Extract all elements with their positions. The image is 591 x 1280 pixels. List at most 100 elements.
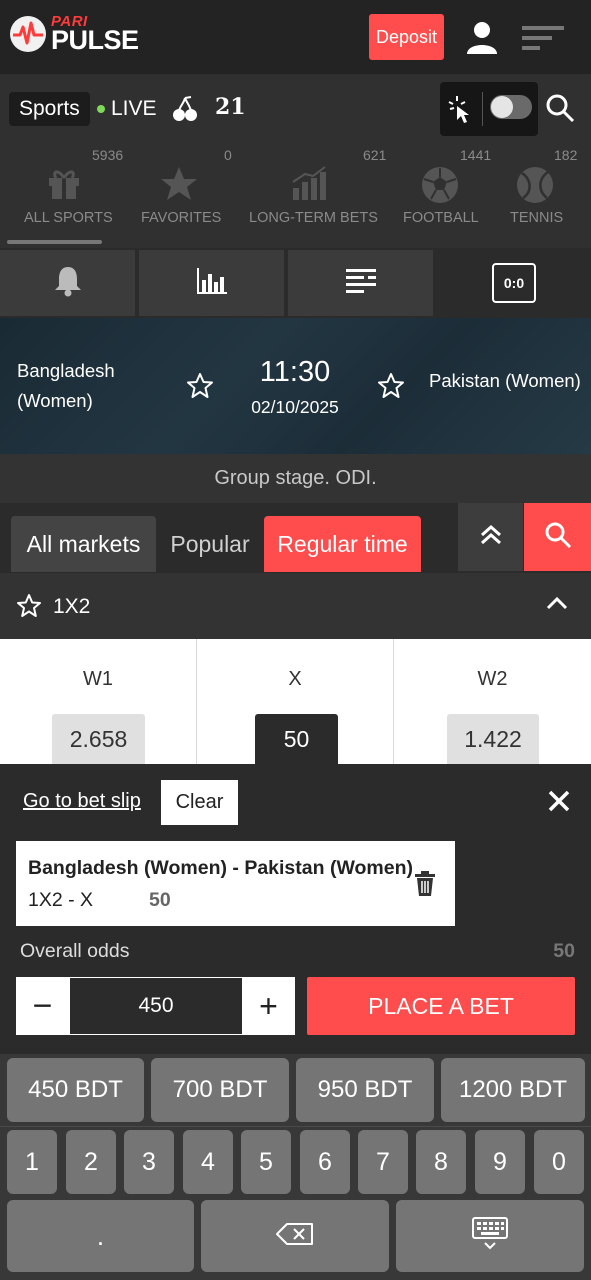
favorite-market-star-icon[interactable] [16,593,42,623]
scoreboard-button[interactable]: 0:0 [437,250,591,316]
live-label: LIVE [111,97,157,120]
key-dot[interactable]: . [7,1200,194,1272]
outcome-w1: W1 2.658 [0,639,197,764]
quick-stake-button[interactable]: 450 BDT [7,1058,144,1122]
category-favorites[interactable]: 0 FAVORITES [138,144,232,248]
backspace-key[interactable] [201,1200,389,1272]
gift-icon [46,166,82,205]
category-football[interactable]: 1441 FOOTBALL [400,144,500,248]
sports-tab[interactable]: Sports [9,92,90,126]
user-icon[interactable] [462,20,502,56]
stake-stepper: − 450 + [16,977,295,1035]
key-digit[interactable]: 4 [183,1130,233,1194]
one-click-toggle[interactable] [490,95,532,119]
star-icon [160,166,198,207]
chevron-up-icon[interactable] [545,595,569,616]
outcome-label: W2 [477,668,508,690]
odd-button-x-selected[interactable]: 50 [255,714,338,764]
menu-icon[interactable] [520,24,565,52]
match-stage: Group stage. ODI. [0,454,591,503]
match-time: 11:30 [259,356,331,388]
quick-stake-button[interactable]: 1200 BDT [441,1058,585,1122]
market-title: 1X2 [53,595,91,618]
match-date: 02/10/2025 [251,397,339,417]
close-icon[interactable] [546,788,572,819]
outcome-label: X [288,668,302,690]
odds-row: W1 2.658 X 50 W2 1.422 [0,639,591,764]
category-label: TENNIS [510,210,564,226]
backspace-icon [276,1221,314,1252]
brand-logo[interactable]: PARI PULSE [10,14,139,54]
keyboard-separator [0,1126,591,1127]
numeric-keyboard: 450 BDT 700 BDT 950 BDT 1200 BDT 1 2 3 4… [0,1054,591,1280]
quick-stake-button[interactable]: 700 BDT [151,1058,289,1122]
outcome-label: W1 [83,668,113,690]
tab-popular[interactable]: Popular [160,516,260,572]
key-digit[interactable]: 5 [241,1130,291,1194]
key-digit[interactable]: 2 [66,1130,116,1194]
stake-increase-button[interactable]: + [242,977,295,1035]
category-count: 621 [363,147,387,163]
match-tools: 0:0 [0,248,591,318]
trash-icon[interactable] [414,871,436,902]
team-home[interactable]: Bangladesh (Women) [17,356,115,416]
overall-odds-label: Overall odds [20,940,130,962]
category-count: 1441 [460,147,492,163]
odd-button-w2[interactable]: 1.422 [447,714,539,764]
one-click-touch-icon[interactable] [446,94,474,124]
notifications-button[interactable] [0,250,135,316]
toggle-knob [491,96,513,118]
search-icon [544,521,572,554]
live-tab[interactable]: LIVE [97,94,157,124]
stake-input[interactable]: 450 [70,978,242,1034]
collapse-all-button[interactable] [458,503,523,571]
bet-slip-panel: Go to bet slip Clear Bangladesh (Women) … [0,764,591,1054]
category-all-sports[interactable]: 5936 ALL SPORTS [10,144,123,248]
market-header[interactable]: 1X2 [0,573,591,639]
key-digit[interactable]: 3 [124,1130,174,1194]
overall-odds-value: 50 [553,940,575,962]
active-category-indicator [7,240,102,244]
category-long-term[interactable]: 621 LONG-TERM BETS [246,144,386,248]
key-digit[interactable]: 1 [7,1130,57,1194]
toggle-divider [482,92,483,126]
hide-keyboard-key[interactable] [396,1200,584,1272]
double-chevron-up-icon [479,524,503,551]
tab-all-markets[interactable]: All markets [11,516,156,572]
category-label: FAVORITES [141,210,222,226]
tab-regular-time[interactable]: Regular time [264,516,421,572]
outcome-w2: W2 1.422 [394,639,591,764]
place-bet-button[interactable]: PLACE A BET [307,977,575,1035]
category-count: 182 [554,147,578,163]
favorite-home-star-icon[interactable] [186,372,214,404]
key-digit[interactable]: 0 [534,1130,584,1194]
statistics-button[interactable] [139,250,284,316]
stake-decrease-button[interactable]: − [16,977,69,1035]
list-icon [344,267,378,300]
team-home-line1: Bangladesh [17,360,115,381]
deposit-button[interactable]: Deposit [369,14,444,60]
search-icon[interactable] [545,93,575,123]
bell-icon [53,265,83,302]
category-tennis[interactable]: 182 TENNIS [506,144,591,248]
tennis-ball-icon [516,166,554,209]
key-digit[interactable]: 8 [416,1130,466,1194]
scoreboard-icon: 0:0 [492,263,536,303]
keyboard-hide-icon [471,1216,509,1257]
go-to-bet-slip-link[interactable]: Go to bet slip [23,790,141,813]
clear-button[interactable]: Clear [161,780,238,825]
market-search-button[interactable] [524,503,591,571]
quick-stake-button[interactable]: 950 BDT [296,1058,434,1122]
key-digit[interactable]: 9 [475,1130,525,1194]
twentyone-game-icon[interactable]: 21 [215,94,246,120]
key-digit[interactable]: 6 [300,1130,350,1194]
odd-button-w1[interactable]: 2.658 [52,714,145,764]
favorite-away-star-icon[interactable] [377,372,405,404]
match-events-button[interactable] [288,250,433,316]
key-digit[interactable]: 7 [358,1130,408,1194]
category-label: ALL SPORTS [24,210,113,226]
team-home-line2: (Women) [17,390,93,411]
cherries-icon[interactable] [171,95,199,123]
team-away[interactable]: Pakistan (Women) [429,370,581,392]
category-label: FOOTBALL [403,210,479,226]
